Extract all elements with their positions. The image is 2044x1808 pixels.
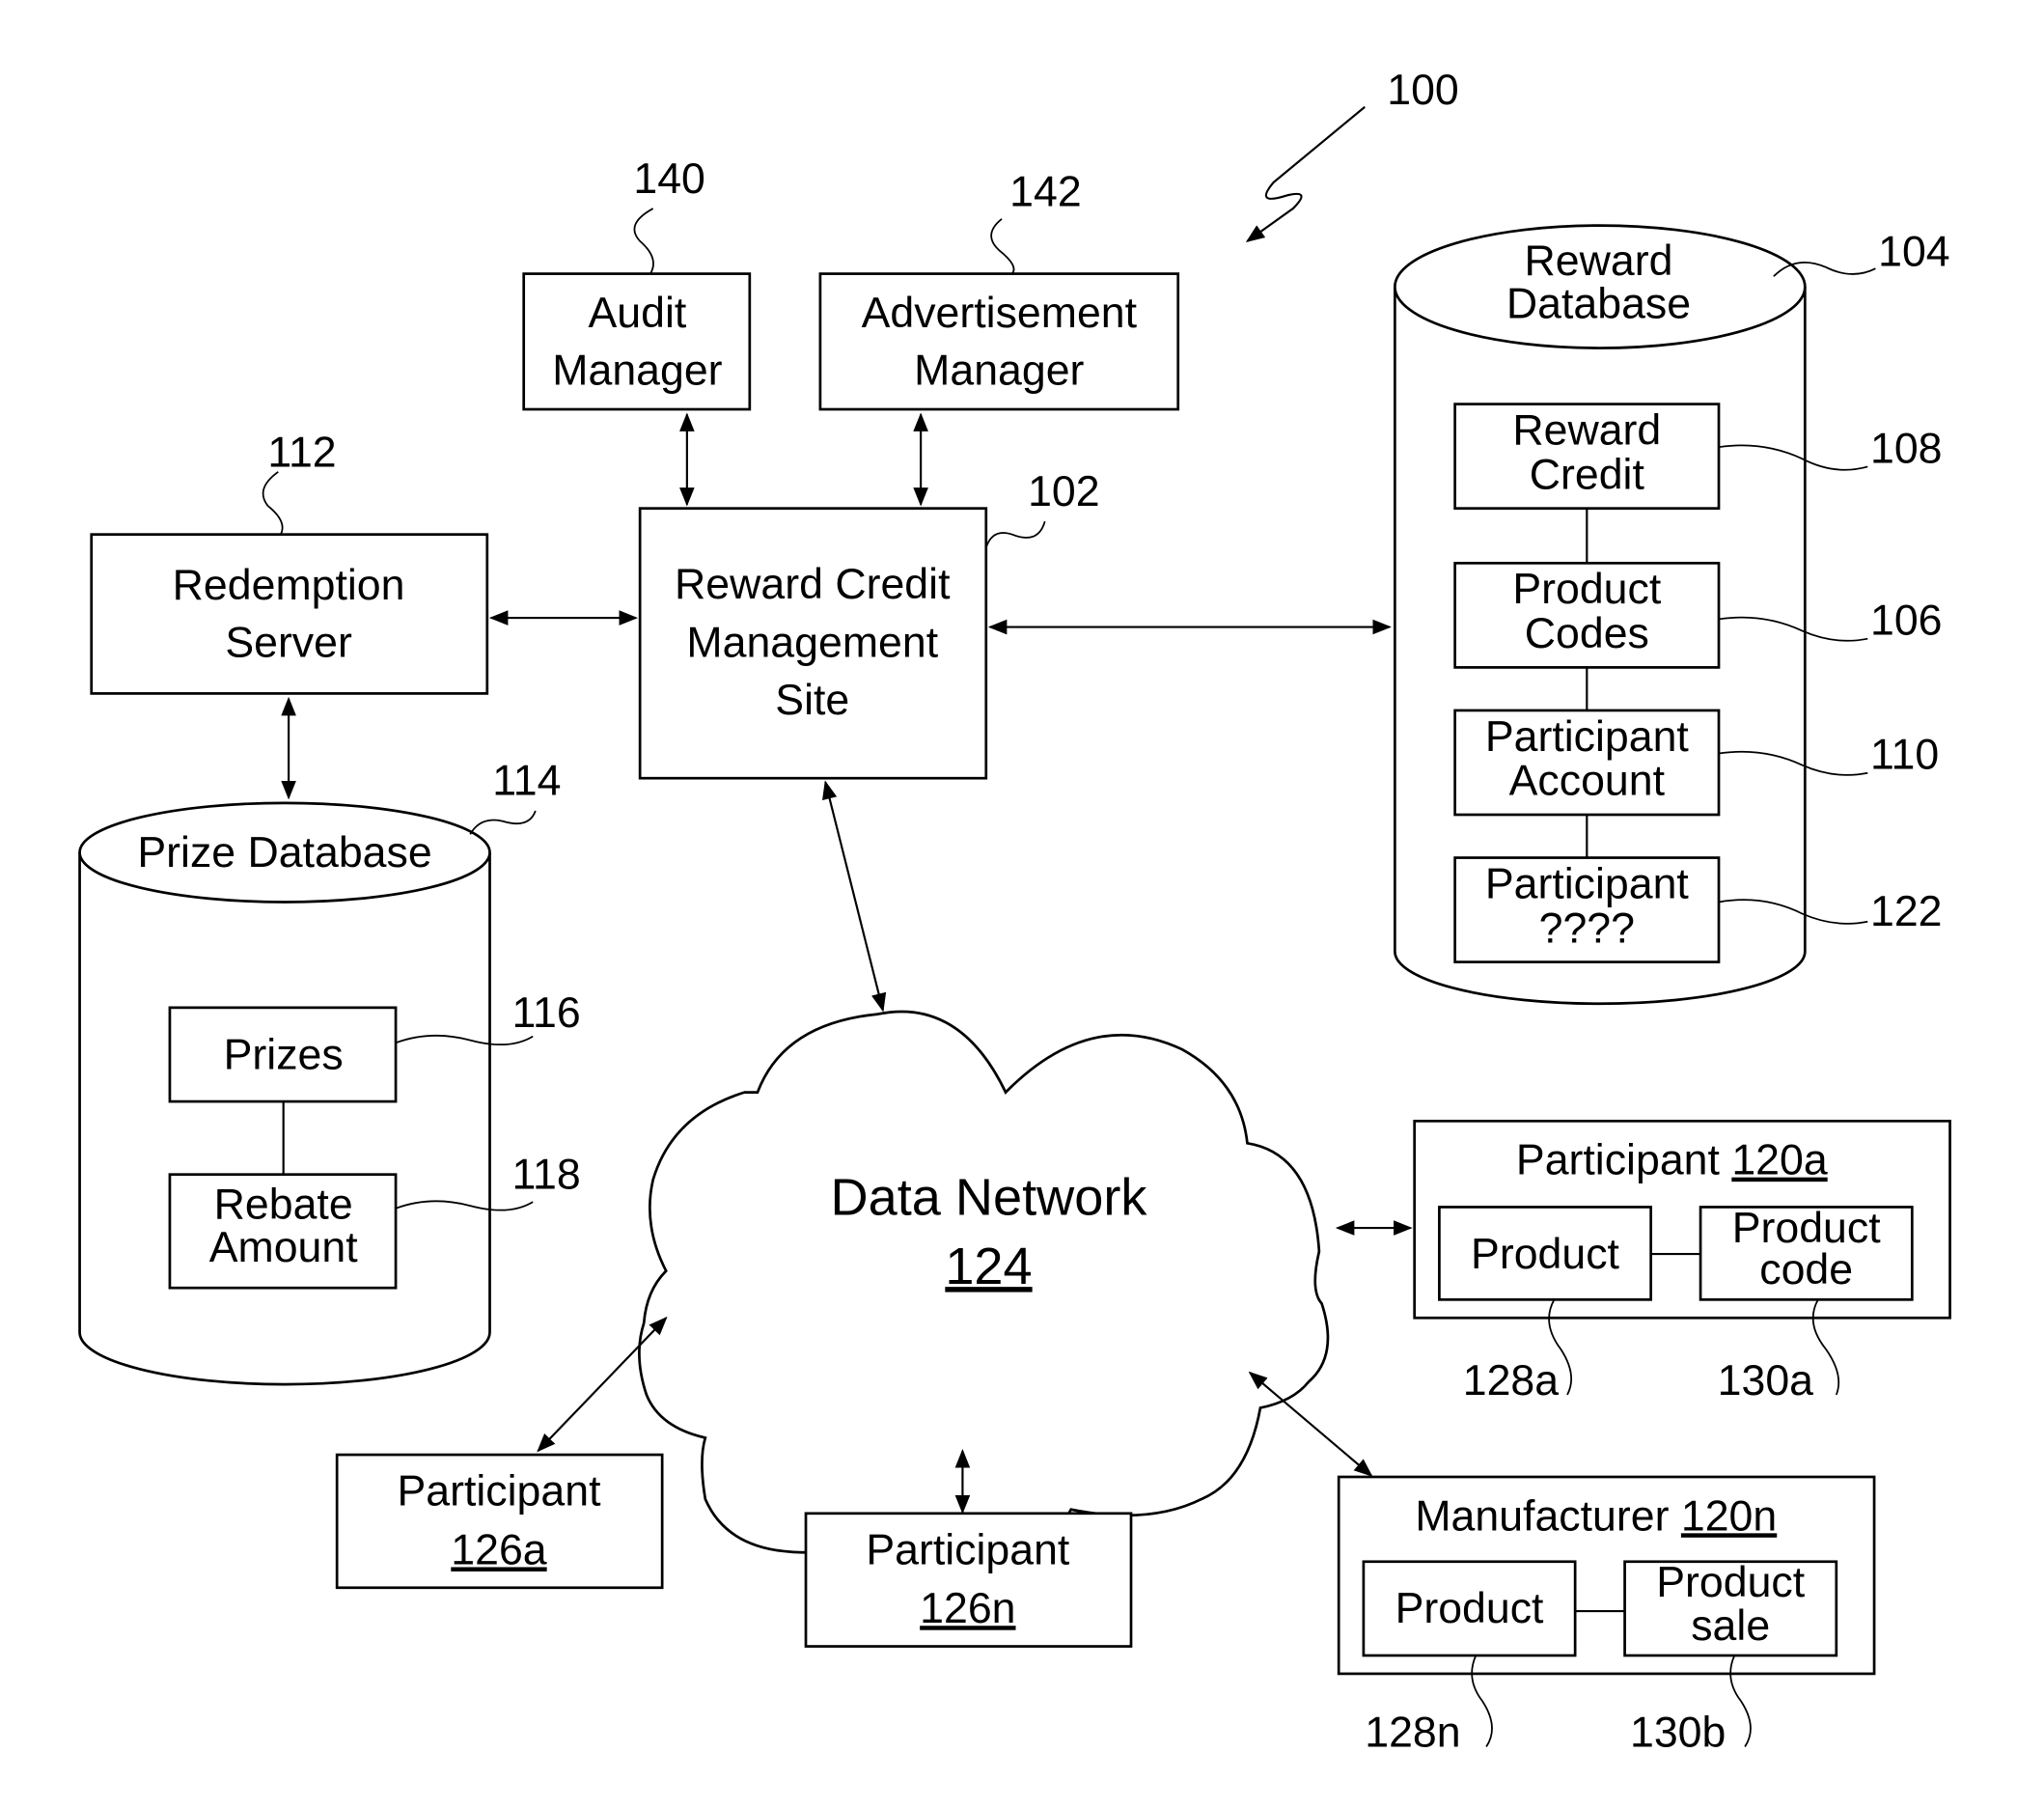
participant-account-label-2: Account — [1509, 758, 1666, 805]
participant-126a-ref: 126a — [451, 1527, 547, 1574]
product-codes-label-2: Codes — [1525, 610, 1649, 657]
reward-credit-site-label-3: Site — [775, 677, 849, 724]
advertisement-manager-ref: 142 — [1009, 168, 1082, 215]
product-128n-ref: 128n — [1365, 1710, 1460, 1757]
reward-credit-record: Reward Credit 108 — [1453, 403, 1943, 511]
advertisement-manager-label-2: Manager — [914, 347, 1084, 394]
system-diagram: 100 Audit Manager 140 Advertisement Mana… — [78, 67, 1951, 1757]
advertisement-manager: Advertisement Manager 142 — [818, 168, 1180, 411]
prizes-label: Prizes — [224, 1031, 344, 1078]
reward-credit-site-ref: 102 — [1028, 468, 1100, 515]
audit-manager: Audit Manager 140 — [522, 155, 752, 411]
reward-credit-site-label-1: Reward Credit — [675, 561, 951, 608]
reward-database: Reward Database 104 Reward Credit 108 Pr… — [1394, 224, 1950, 1006]
participant-unknown-label-1: Participant — [1485, 860, 1690, 907]
participant-126n-ref: 126n — [920, 1585, 1015, 1632]
data-network-ref: 124 — [945, 1238, 1032, 1295]
participant-126a: Participant 126a — [335, 1453, 664, 1590]
reward-database-label-2: Database — [1506, 281, 1691, 328]
manufacturer-product-label: Product — [1395, 1585, 1545, 1632]
audit-manager-leader — [633, 208, 654, 275]
data-network: Data Network 124 — [638, 1010, 1330, 1595]
manufacturer-120n: Manufacturer 120n Product Product sale 1… — [1337, 1475, 1876, 1757]
rebate-amount-label-2: Amount — [209, 1224, 359, 1271]
reward-credit-label-2: Credit — [1530, 451, 1645, 498]
participant-126n-label: Participant — [866, 1527, 1070, 1574]
reward-credit-site-leader — [984, 520, 1046, 548]
participant-126n: Participant 126n — [804, 1512, 1133, 1648]
reward-database-label-1: Reward — [1525, 237, 1673, 285]
product-code-label-2: code — [1759, 1246, 1853, 1293]
prizes-record: Prizes 116 — [168, 989, 581, 1103]
participant-unknown-record: Participant ???? 122 — [1453, 856, 1943, 963]
prize-database-ref: 114 — [492, 758, 561, 805]
audit-manager-ref: 140 — [633, 155, 705, 203]
participant-120a-product-label: Product — [1471, 1231, 1620, 1278]
reward-credit-label-1: Reward — [1512, 407, 1661, 455]
redemption-server: Redemption Server 112 — [90, 429, 489, 695]
advertisement-manager-leader — [990, 218, 1015, 275]
product-codes-record: Product Codes 106 — [1453, 562, 1943, 669]
product-codes-ref: 106 — [1870, 598, 1943, 645]
participant-unknown-ref: 122 — [1870, 888, 1943, 935]
product-code-label-1: Product — [1732, 1205, 1882, 1252]
participant-account-record: Participant Account 110 — [1453, 709, 1939, 817]
participant-unknown-label-2: ???? — [1539, 904, 1635, 952]
reward-credit-ref: 108 — [1870, 425, 1943, 472]
redemption-server-ref: 112 — [267, 429, 336, 476]
product-128a-ref: 128a — [1463, 1357, 1560, 1405]
product-code-130a-ref: 130a — [1718, 1357, 1814, 1405]
figure-ref-arrow — [1245, 105, 1366, 242]
rebate-amount-ref: 118 — [512, 1152, 581, 1199]
figure-reference: 100 — [1245, 67, 1459, 242]
cloud-shape — [638, 1010, 1330, 1595]
redemption-server-box — [90, 533, 489, 695]
participant-126a-label: Participant — [397, 1468, 601, 1516]
reward-credit-site-label-2: Management — [686, 620, 938, 667]
participant-account-ref: 110 — [1870, 732, 1939, 779]
manufacturer-120n-label: Manufacturer 120n — [1415, 1492, 1777, 1540]
figure-ref-label: 100 — [1387, 67, 1459, 114]
prize-database-leader — [469, 810, 537, 835]
product-sale-label-1: Product — [1656, 1559, 1806, 1606]
prizes-ref: 116 — [512, 989, 581, 1037]
reward-credit-management-site: Reward Credit Management Site 102 — [638, 468, 1100, 780]
arrow-network-to-manufacturer — [1248, 1371, 1373, 1477]
product-sale-label-2: sale — [1691, 1602, 1770, 1650]
arrow-site-to-network — [822, 780, 887, 1013]
audit-manager-label-1: Audit — [589, 290, 687, 337]
data-network-label: Data Network — [831, 1169, 1148, 1227]
product-sale-130b-ref: 130b — [1630, 1710, 1726, 1757]
redemption-server-leader — [262, 471, 284, 536]
advertisement-manager-label-1: Advertisement — [862, 290, 1138, 337]
prize-database: Prize Database 114 Prizes 116 Rebate Amo… — [78, 758, 581, 1386]
audit-manager-label-2: Manager — [552, 347, 722, 394]
participant-120a: Participant 120a Product Product code 12… — [1413, 1119, 1951, 1405]
redemption-server-label-2: Server — [225, 620, 352, 667]
prize-database-body — [78, 852, 491, 1386]
rebate-amount-label-1: Rebate — [214, 1182, 353, 1229]
prize-database-label: Prize Database — [137, 829, 431, 876]
product-codes-label-1: Product — [1512, 566, 1662, 613]
participant-account-label-1: Participant — [1485, 713, 1690, 761]
redemption-server-label-1: Redemption — [173, 562, 405, 609]
reward-database-ref: 104 — [1878, 229, 1950, 276]
participant-120a-label: Participant 120a — [1516, 1137, 1828, 1184]
